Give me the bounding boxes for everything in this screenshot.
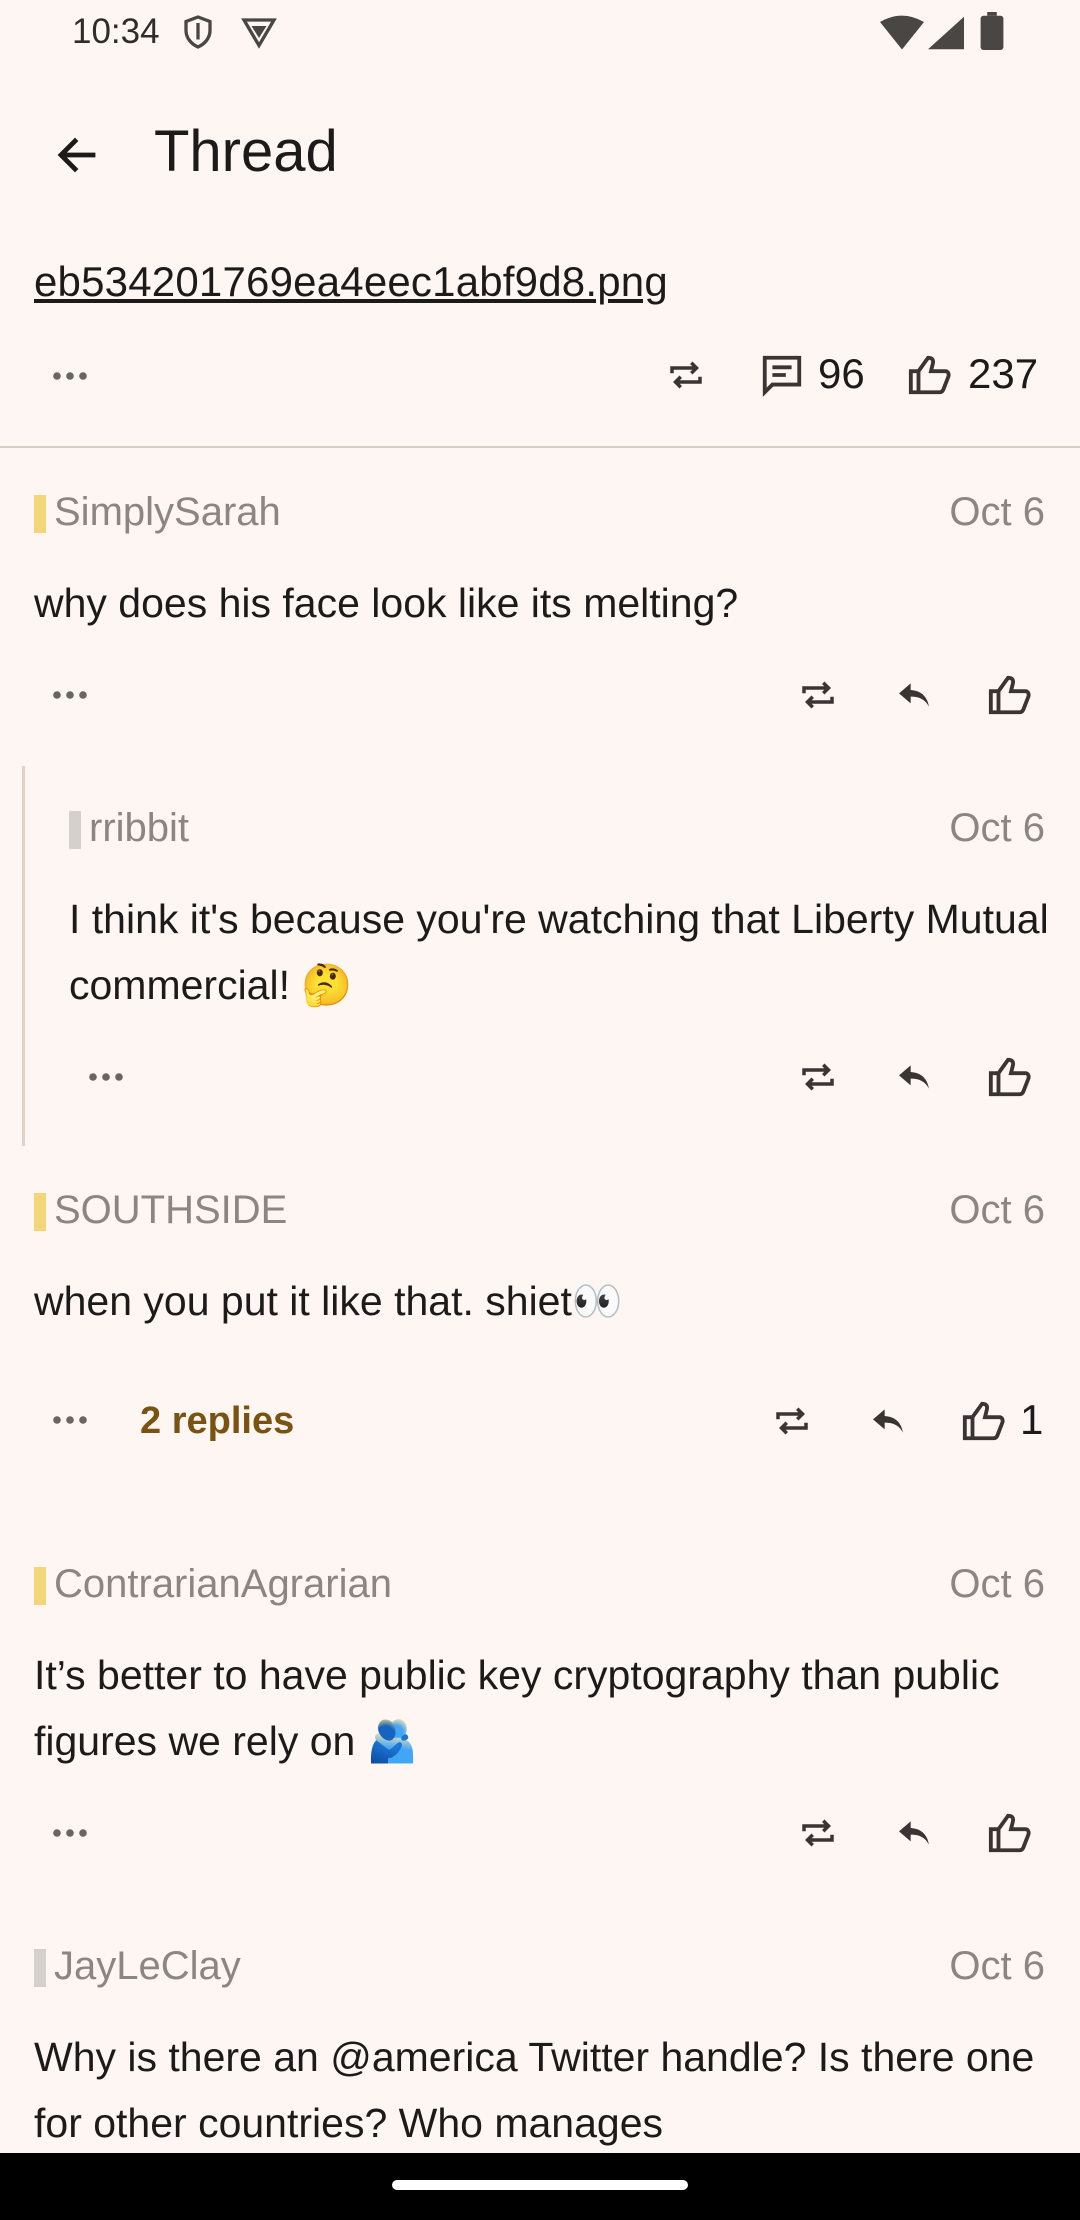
reply-icon (899, 1065, 929, 1089)
status-time: 10:34 (72, 12, 160, 51)
view-replies-link[interactable]: 2 replies (140, 1400, 294, 1443)
comment-icon (762, 355, 802, 397)
repost-button[interactable] (760, 1389, 824, 1453)
like-button[interactable] (978, 1801, 1042, 1865)
page-title: Thread (154, 119, 338, 184)
repost-button[interactable] (786, 1801, 850, 1865)
comment-count: 96 (818, 350, 865, 397)
more-horiz-icon (53, 1829, 87, 1837)
like-count: 237 (968, 350, 1039, 397)
more-horiz-icon (53, 691, 87, 699)
reply-button[interactable] (856, 1389, 920, 1453)
like-button[interactable] (978, 1045, 1042, 1109)
comment-text: I think it's because you're watching tha… (69, 896, 1049, 1008)
repeat-icon (670, 361, 702, 389)
repeat-icon (802, 681, 834, 709)
repeat-icon (776, 1407, 808, 1435)
shield-icon (180, 14, 216, 50)
like-button[interactable] (898, 343, 962, 407)
comment-author[interactable]: ContrarianAgrarian (54, 1562, 392, 1607)
like-button[interactable] (978, 663, 1042, 727)
more-options-button[interactable] (40, 675, 100, 715)
comment-date: Oct 6 (949, 490, 1045, 534)
repost-button[interactable] (786, 663, 850, 727)
attachment-link[interactable]: eb534201769ea4eec1abf9d8.png (34, 258, 668, 306)
repeat-icon (802, 1063, 834, 1091)
thumb-up-icon (988, 675, 1031, 715)
wifi-icon (880, 15, 924, 50)
reply-button[interactable] (882, 1045, 946, 1109)
reply-icon (899, 683, 929, 707)
comment-text: when you put it like that. shiet👀 (34, 1278, 623, 1324)
repost-button[interactable] (654, 343, 718, 407)
reply-icon (873, 1409, 903, 1433)
reply-button[interactable] (882, 1801, 946, 1865)
comment-date: Oct 6 (949, 1562, 1045, 1606)
comment-author[interactable]: SimplySarah (54, 490, 281, 535)
comment-text: Why is there an @america Twitter handle?… (34, 2034, 1035, 2146)
more-options-button[interactable] (76, 1057, 136, 1097)
author-color-bar (34, 495, 46, 533)
author-color-bar (34, 1949, 46, 1987)
arrow-back-icon (57, 137, 96, 173)
home-gesture-handle[interactable] (392, 2180, 688, 2190)
like-button[interactable] (952, 1389, 1016, 1453)
divider (0, 446, 1080, 448)
battery-icon (980, 12, 1004, 51)
more-horiz-icon (53, 372, 87, 380)
thumb-up-icon (908, 355, 951, 395)
comment-date: Oct 6 (949, 806, 1045, 850)
author-color-bar (34, 1567, 46, 1605)
comment-date: Oct 6 (949, 1944, 1045, 1988)
thumb-up-icon (988, 1813, 1031, 1853)
more-horiz-icon (53, 1416, 87, 1424)
comment-author[interactable]: SOUTHSIDE (54, 1188, 287, 1233)
author-color-bar (69, 811, 81, 849)
comment-text: It’s better to have public key cryptogra… (34, 1652, 1000, 1764)
vpn-triangle-icon (240, 14, 278, 50)
reply-icon (899, 1821, 929, 1845)
reply-thread-line (22, 766, 25, 1146)
like-count: 1 (1020, 1396, 1044, 1443)
repost-button[interactable] (786, 1045, 850, 1109)
back-button[interactable] (44, 122, 110, 188)
more-horiz-icon (89, 1073, 123, 1081)
thumb-up-icon (988, 1057, 1031, 1097)
cell-signal-icon (928, 16, 964, 50)
thumb-up-icon (962, 1401, 1005, 1441)
more-options-button[interactable] (40, 356, 100, 396)
comment-text: why does his face look like its melting? (34, 580, 739, 626)
comment-date: Oct 6 (949, 1188, 1045, 1232)
comment-author[interactable]: rribbit (89, 806, 189, 851)
more-options-button[interactable] (40, 1813, 100, 1853)
comment-author[interactable]: JayLeClay (54, 1944, 241, 1989)
comments-button[interactable] (750, 343, 814, 407)
reply-button[interactable] (882, 663, 946, 727)
author-color-bar (34, 1193, 46, 1231)
repeat-icon (802, 1819, 834, 1847)
more-options-button[interactable] (40, 1400, 100, 1440)
